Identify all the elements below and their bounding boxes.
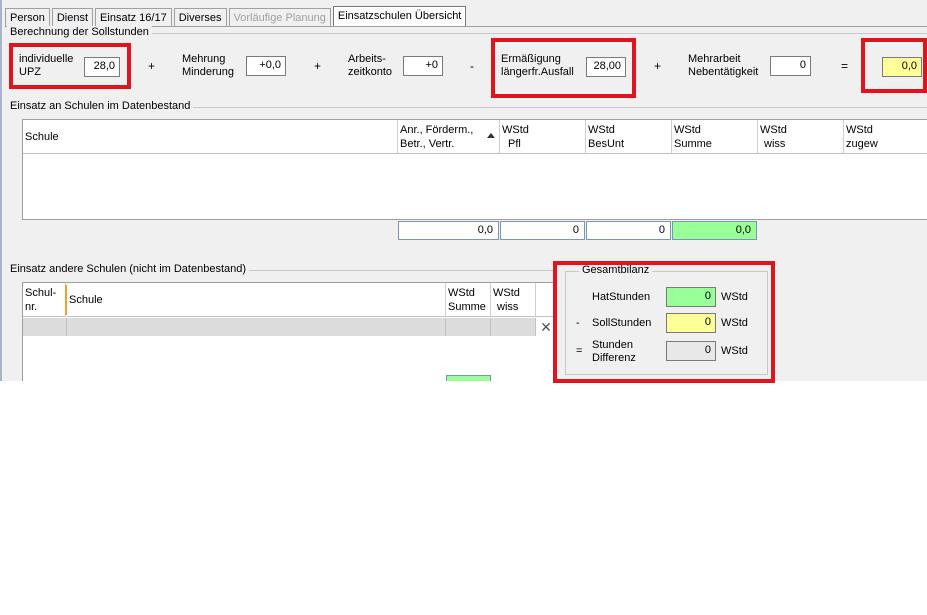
sum-anrechnung: 0,0 [398, 221, 499, 240]
sum-wstd-summe: 0,0 [672, 221, 757, 240]
new-row-schulnr-cell[interactable] [23, 318, 67, 336]
col-header-schulnr[interactable]: Schul-nr. [23, 283, 66, 317]
arbeitszeitkonto-label: Arbeits-zeitkonto [348, 53, 393, 78]
tab-vorlaeufige-planung: Vorläufige Planung [228, 8, 331, 27]
andere-grid[interactable]: Schul-nr. Schule WStd Summe WStd wiss ✕ [22, 282, 557, 381]
hatstunden-unit: WStd [721, 291, 748, 303]
mehrarbeit-field[interactable]: 0 [770, 56, 811, 76]
arbeitszeitkonto-field[interactable]: +0 [403, 56, 443, 76]
delete-row-icon[interactable]: ✕ [538, 319, 554, 335]
minus-operator: - [576, 317, 580, 329]
sollstunden-field: 0 [666, 313, 716, 333]
soll-group-title: Berechnung der Sollstunden [7, 26, 152, 38]
col-header-wstd-zugew[interactable]: WStd zugew [844, 120, 927, 154]
col-header-schule[interactable]: Schule [23, 120, 398, 154]
col-header-wstd-summe[interactable]: WStd Summe [672, 120, 758, 154]
tab-dienst[interactable]: Dienst [51, 8, 94, 27]
equals-operator: = [841, 59, 849, 73]
equals-operator: = [576, 345, 583, 357]
einsatz-group-title: Einsatz an Schulen im Datenbestand [7, 100, 194, 112]
upz-label: individuelle UPZ [19, 53, 74, 78]
sum-andere-summe [446, 375, 491, 381]
col-header-wstd-besunt[interactable]: WStd BesUnt [586, 120, 672, 154]
differenz-unit: WStd [721, 345, 748, 357]
hatstunden-field: 0 [666, 287, 716, 307]
differenz-field: 0 [666, 341, 716, 361]
minus-operator: - [470, 59, 474, 73]
sollstunden-unit: WStd [721, 317, 748, 329]
mehrung-label: Mehrung Minderung [182, 53, 234, 78]
col-header-actions [536, 283, 557, 317]
andere-group-title: Einsatz andere Schulen (nicht im Datenbe… [7, 263, 250, 275]
ermaessigung-label: Ermäßigung längerfr.Ausfall [501, 53, 574, 78]
tab-strip: Person Dienst Einsatz 16/17 Diverses Vor… [5, 6, 468, 27]
sollstunden-label: SollStunden [592, 317, 652, 329]
new-row-schule-cell[interactable] [67, 318, 446, 336]
col-header-wstd-wiss-andere[interactable]: WStd wiss [491, 283, 536, 317]
differenz-label: Stunden Differenz [592, 339, 636, 364]
tab-einsatz[interactable]: Einsatz 16/17 [95, 8, 172, 27]
plus-operator: + [654, 59, 662, 73]
mehrung-field[interactable]: +0,0 [246, 56, 286, 76]
tab-einsatzschulen-uebersicht[interactable]: Einsatzschulen Übersicht [332, 6, 467, 27]
ermaessigung-field[interactable]: 28,00 [586, 57, 626, 77]
col-header-anrechnung[interactable]: Anr., Förderm., Betr., Vertr. [398, 120, 500, 154]
plus-operator: + [148, 59, 156, 73]
plus-operator: + [314, 59, 322, 73]
sum-wstd-pfl: 0 [500, 221, 585, 240]
sort-ascending-icon [487, 133, 495, 138]
new-row-summe-cell[interactable] [446, 318, 491, 336]
col-header-wstd-summe-andere[interactable]: WStd Summe [446, 283, 491, 317]
col-header-schule-andere[interactable]: Schule [67, 283, 446, 317]
tab-person[interactable]: Person [5, 8, 50, 27]
hatstunden-label: HatStunden [592, 291, 651, 303]
new-row-wiss-cell[interactable] [491, 318, 536, 336]
bilanz-group-title: Gesamtbilanz [579, 264, 653, 276]
einsatz-grid[interactable]: Schule Anr., Förderm., Betr., Vertr. WStd… [22, 119, 927, 220]
sollstunden-result-field: 0,0 [882, 57, 922, 77]
col-header-wstd-pfl[interactable]: WStd Pfl [500, 120, 586, 154]
tab-diverses[interactable]: Diverses [173, 8, 227, 27]
col-header-wstd-wiss[interactable]: WStd wiss [758, 120, 844, 154]
main-window: Person Dienst Einsatz 16/17 Diverses Vor… [0, 0, 927, 381]
mehrarbeit-label: Mehrarbeit Nebentätigkeit [688, 53, 759, 78]
upz-field[interactable]: 28,0 [84, 57, 120, 77]
sum-wstd-besunt: 0 [586, 221, 671, 240]
